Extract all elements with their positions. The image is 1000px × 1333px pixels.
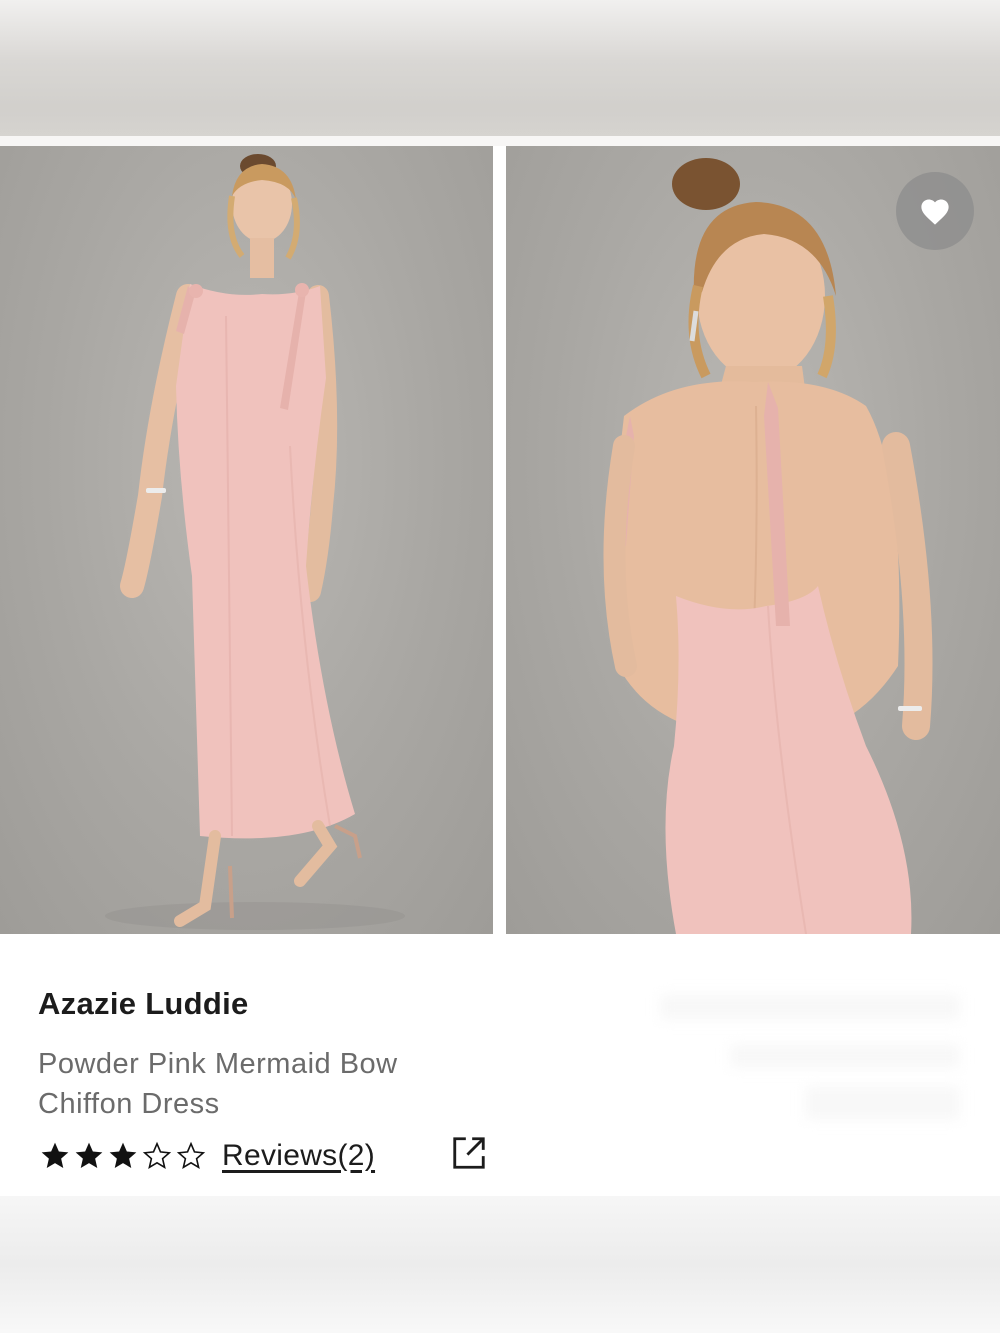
rating-row: Reviews(2) [38, 1134, 375, 1178]
reviews-link[interactable]: Reviews(2) [222, 1139, 375, 1173]
star-rating [38, 1140, 208, 1172]
product-name[interactable]: Powder Pink Mermaid Bow Chiffon Dress [38, 1044, 468, 1124]
product-image-gallery[interactable] [0, 146, 1000, 934]
star-filled-icon [41, 1142, 69, 1168]
faded-overlay [660, 994, 960, 1020]
product-brand: Azazie Luddie [38, 986, 249, 1021]
blurred-header-area [0, 0, 1000, 136]
star-filled-icon [109, 1142, 137, 1168]
star-outline-icon [176, 1141, 206, 1169]
star-outline-icon [142, 1141, 172, 1169]
external-link-icon [453, 1137, 485, 1169]
divider [0, 136, 1000, 146]
heart-icon [921, 199, 949, 225]
front-view-illustration [105, 154, 405, 930]
product-image-front[interactable] [0, 146, 493, 934]
back-view-illustration [603, 158, 933, 934]
faded-overlay [730, 1044, 960, 1068]
product-image-back[interactable] [506, 146, 1000, 934]
open-external-button[interactable] [450, 1134, 490, 1174]
blurred-footer-area [0, 1196, 1000, 1333]
product-card-page: Azazie Luddie Powder Pink Mermaid Bow Ch… [0, 0, 1000, 1333]
product-info: Azazie Luddie Powder Pink Mermaid Bow Ch… [0, 934, 1000, 1196]
faded-overlay [805, 1086, 960, 1120]
star-filled-icon [75, 1142, 103, 1168]
favorite-button[interactable] [896, 172, 974, 250]
